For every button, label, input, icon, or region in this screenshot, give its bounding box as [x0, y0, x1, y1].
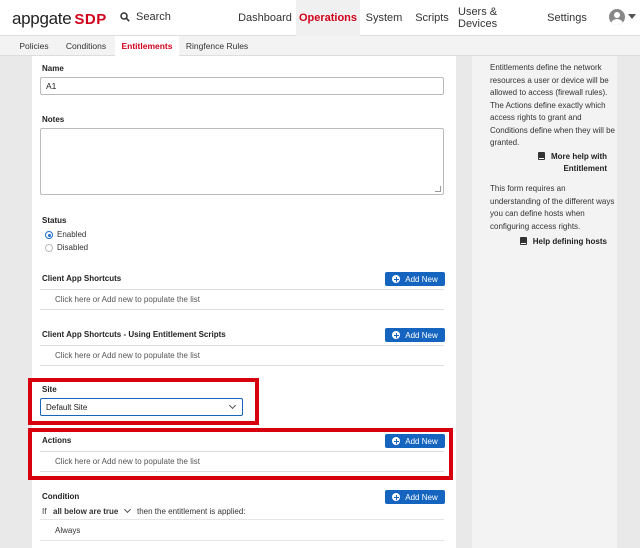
status-label: Status: [42, 216, 67, 225]
sub-navigation-bar: Policies Conditions Entitlements Ringfen…: [0, 36, 640, 56]
divider: [40, 540, 444, 541]
condition-item-always[interactable]: Always: [55, 526, 80, 535]
condition-mode-select[interactable]: all below are true: [53, 507, 118, 516]
plus-circle-icon: [392, 275, 401, 283]
nav-operations[interactable]: Operations: [296, 0, 360, 36]
condition-label: Condition: [42, 492, 80, 501]
entitlement-form: Name A1 Notes Status Enabled Disabled Cl…: [28, 56, 456, 548]
nav-users-devices[interactable]: Users & Devices: [458, 0, 538, 36]
nav-scripts[interactable]: Scripts: [410, 0, 454, 36]
condition-then-text: then the entitlement is applied:: [137, 507, 246, 516]
notes-textarea[interactable]: [40, 128, 444, 195]
shortcuts-empty-list[interactable]: Click here or Add new to populate the li…: [40, 289, 444, 310]
chevron-down-icon[interactable]: [123, 505, 132, 514]
status-disabled-radio[interactable]: [45, 244, 53, 252]
help-defining-hosts-link[interactable]: Help defining hosts: [508, 236, 607, 248]
name-input[interactable]: A1: [40, 77, 444, 95]
nav-settings[interactable]: Settings: [542, 0, 592, 36]
help-text-entitlements: Entitlements define the network resource…: [490, 63, 615, 147]
nav-dashboard[interactable]: Dashboard: [236, 0, 294, 36]
search-label: Search: [136, 11, 171, 23]
name-label: Name: [42, 64, 64, 73]
status-enabled-label: Enabled: [57, 230, 87, 239]
tab-conditions[interactable]: Conditions: [60, 36, 112, 56]
shortcuts-scripts-label: Client App Shortcuts - Using Entitlement…: [42, 330, 226, 339]
actions-highlight-box: [28, 428, 453, 480]
divider: [40, 519, 444, 520]
book-icon: [519, 237, 527, 245]
help-text-hosts: This form requires an understanding of t…: [490, 184, 615, 231]
appgate-logo[interactable]: appgate SDP: [12, 9, 107, 29]
book-icon: [538, 152, 545, 160]
user-avatar-icon[interactable]: [609, 9, 625, 25]
help-panel: Entitlements define the network resource…: [472, 56, 617, 548]
more-help-link[interactable]: More help with Entitlement: [528, 151, 607, 175]
nav-system[interactable]: System: [362, 0, 406, 36]
plus-circle-icon: [392, 331, 401, 339]
tab-ringfence-rules[interactable]: Ringfence Rules: [182, 36, 252, 56]
notes-label: Notes: [42, 115, 65, 124]
add-condition-button[interactable]: Add New: [385, 490, 445, 504]
plus-circle-icon: [392, 493, 401, 501]
top-navigation-bar: appgate SDP Search Dashboard Operations S…: [0, 0, 640, 36]
condition-if-text: If: [42, 507, 47, 516]
search-icon: [120, 12, 130, 22]
shortcuts-scripts-empty-list[interactable]: Click here or Add new to populate the li…: [40, 345, 444, 366]
status-enabled-radio[interactable]: [45, 231, 53, 239]
status-disabled-label: Disabled: [57, 243, 89, 252]
search-button[interactable]: Search: [120, 11, 171, 23]
site-highlight-box: [28, 378, 259, 425]
add-shortcut-script-button[interactable]: Add New: [385, 328, 445, 342]
tab-entitlements[interactable]: Entitlements: [115, 36, 179, 56]
chevron-down-icon[interactable]: [628, 14, 636, 19]
resize-handle-icon[interactable]: [435, 186, 441, 192]
client-app-shortcuts-label: Client App Shortcuts: [42, 274, 122, 283]
tab-policies[interactable]: Policies: [12, 36, 56, 56]
add-shortcut-button[interactable]: Add New: [385, 272, 445, 286]
